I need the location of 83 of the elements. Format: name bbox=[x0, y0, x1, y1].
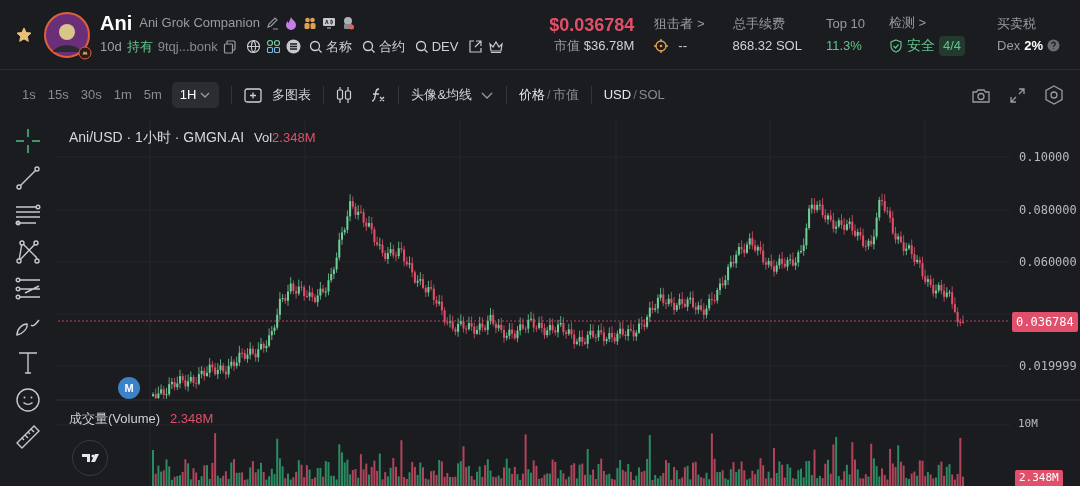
avatar bbox=[44, 11, 90, 58]
logo-icon bbox=[80, 452, 100, 464]
stat-value: 868.32 SOL bbox=[732, 37, 802, 55]
stat-prefix: Dex bbox=[997, 37, 1021, 55]
multi-chart-button[interactable]: 多图表 bbox=[244, 85, 312, 105]
toggle-option[interactable]: USD bbox=[603, 85, 632, 105]
holders-label: 持有 bbox=[126, 37, 153, 56]
copy-icon[interactable] bbox=[222, 39, 237, 54]
slash-separator: / bbox=[633, 86, 637, 105]
interval-tab[interactable]: 1s bbox=[16, 85, 42, 105]
volume-pane-value: 2.348M bbox=[170, 410, 214, 428]
indicators-dropdown[interactable]: 头像&均线 bbox=[411, 85, 495, 105]
stat-value: 安全 bbox=[907, 36, 935, 56]
interval-tab[interactable]: 1m bbox=[107, 85, 138, 105]
volume-value: 2.348M bbox=[272, 129, 316, 147]
volume-tag: 2.348M bbox=[1015, 470, 1063, 486]
share-icon[interactable] bbox=[468, 39, 484, 54]
axis-label: 0.10000 bbox=[1019, 151, 1070, 163]
token-name: Ani bbox=[100, 12, 133, 33]
axis-label: 0.019999 bbox=[1019, 360, 1077, 372]
people-icon bbox=[302, 15, 317, 30]
target-icon bbox=[654, 38, 669, 53]
pencil-icon[interactable] bbox=[264, 15, 279, 30]
trend-line-icon[interactable] bbox=[14, 165, 41, 191]
market-cap-value: $36.78M bbox=[583, 36, 635, 55]
token-age: 10d bbox=[100, 37, 122, 56]
toggle-option[interactable]: 价格 bbox=[519, 85, 546, 105]
function-icon[interactable] bbox=[370, 87, 387, 103]
candlestick-icon[interactable] bbox=[336, 86, 353, 104]
volume-pane-label: 成交量(Volume) bbox=[69, 410, 161, 428]
toggle-option[interactable]: 市值 bbox=[552, 85, 579, 105]
parallel-lines-icon[interactable] bbox=[14, 202, 41, 228]
volume-label: Vol bbox=[254, 129, 273, 147]
stat-label: 狙击者 > bbox=[654, 14, 705, 33]
axis-label: 10M bbox=[1018, 416, 1038, 432]
apps-icon[interactable] bbox=[265, 39, 281, 54]
ruler-icon[interactable] bbox=[14, 424, 41, 450]
toggle-option[interactable]: SOL bbox=[638, 85, 665, 105]
stat-label: 总手续费 bbox=[732, 14, 786, 33]
stat-label: 检测 > bbox=[889, 13, 928, 32]
emoji-icon[interactable] bbox=[14, 387, 41, 413]
help-icon[interactable] bbox=[1047, 39, 1060, 53]
contract-address: 9tqj...bonk bbox=[157, 37, 218, 56]
badge-icon bbox=[78, 45, 92, 60]
flame-icon bbox=[283, 15, 298, 30]
stat-value: 2% bbox=[1024, 37, 1043, 55]
shield-check-icon bbox=[889, 38, 903, 53]
search-icon bbox=[308, 39, 323, 54]
marker-badge: M bbox=[118, 377, 140, 399]
market-cap-label: 市值 bbox=[553, 36, 580, 55]
globe-icon[interactable] bbox=[245, 39, 261, 54]
interval-tab[interactable]: 5m bbox=[137, 85, 168, 105]
camera-icon[interactable] bbox=[971, 86, 991, 104]
stat-label: 买卖税 bbox=[997, 14, 1038, 33]
interval-tab[interactable]: 1H bbox=[171, 82, 220, 108]
search-link[interactable]: 合约 bbox=[361, 36, 405, 57]
token-full-name: Ani Grok Companion bbox=[139, 14, 260, 32]
stat-label: Top 10 bbox=[825, 14, 865, 33]
pattern-icon[interactable] bbox=[14, 239, 41, 265]
interval-tab[interactable]: 15s bbox=[41, 85, 75, 105]
crown-icon[interactable] bbox=[488, 39, 505, 54]
token-price: $0.036784 bbox=[549, 13, 635, 36]
axis-label: 0.060000 bbox=[1019, 256, 1077, 268]
chart-title: Ani/USD · 1小时 · GMGN.AI bbox=[69, 128, 245, 147]
search-icon bbox=[361, 39, 376, 54]
star-icon[interactable] bbox=[16, 26, 32, 43]
interval-tab[interactable]: 30s bbox=[74, 85, 108, 105]
search-link[interactable]: 名称 bbox=[308, 36, 352, 57]
settings-icon[interactable] bbox=[1044, 85, 1064, 105]
crosshair-icon[interactable] bbox=[14, 128, 41, 154]
add-chart-icon bbox=[244, 86, 263, 104]
monitor-icon bbox=[321, 15, 336, 30]
stat-value: -- bbox=[678, 37, 687, 55]
fibonacci-icon[interactable] bbox=[14, 276, 41, 302]
expand-icon[interactable] bbox=[1009, 86, 1026, 104]
search-link[interactable]: DEV bbox=[414, 36, 459, 57]
slash-separator: / bbox=[547, 86, 551, 105]
price-tag: 0.036784 bbox=[1012, 312, 1078, 332]
axis-label: 0.080000 bbox=[1019, 204, 1077, 216]
stat-value: 11.3% bbox=[825, 37, 862, 55]
check-count-badge: 4/4 bbox=[939, 36, 966, 56]
search-icon bbox=[414, 39, 429, 54]
list-icon[interactable] bbox=[285, 39, 301, 54]
